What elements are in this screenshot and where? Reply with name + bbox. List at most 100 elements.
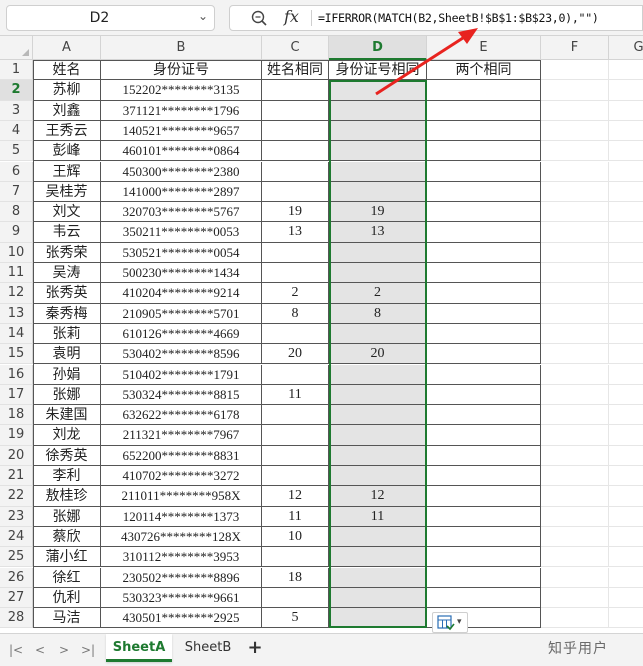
id-match-cell[interactable] — [329, 466, 427, 487]
grid-cell[interactable] — [541, 344, 609, 365]
name-match-cell[interactable] — [262, 547, 329, 568]
name-cell[interactable]: 吴涛 — [33, 263, 101, 284]
header-cell-id-match[interactable]: 身份证号相同 — [329, 60, 427, 81]
id-cell[interactable]: 410204********9214 — [101, 283, 262, 304]
grid-cell[interactable] — [541, 60, 609, 81]
name-match-cell[interactable] — [262, 242, 329, 263]
column-header-f[interactable]: F — [541, 36, 609, 60]
column-header-g[interactable]: G — [609, 36, 643, 60]
row-header-23[interactable]: 23 — [0, 506, 33, 527]
name-match-cell[interactable] — [262, 445, 329, 466]
name-cell[interactable]: 张秀荣 — [33, 242, 101, 263]
name-match-cell[interactable] — [262, 364, 329, 385]
name-cell[interactable]: 朱建国 — [33, 405, 101, 426]
name-cell[interactable]: 王辉 — [33, 161, 101, 182]
row-header-7[interactable]: 7 — [0, 181, 33, 203]
id-cell[interactable]: 430726********128X — [101, 526, 262, 548]
header-cell-name[interactable]: 姓名 — [33, 60, 101, 81]
id-cell[interactable]: 211321********7967 — [101, 425, 262, 446]
name-cell[interactable]: 马洁 — [33, 608, 101, 629]
tab-sheet-a[interactable]: SheetA — [106, 634, 172, 662]
grid-cell[interactable] — [541, 384, 609, 406]
both-match-cell[interactable] — [427, 587, 541, 609]
id-match-cell[interactable] — [329, 364, 427, 385]
name-cell[interactable]: 徐秀英 — [33, 445, 101, 466]
name-match-cell[interactable]: 8 — [262, 303, 329, 324]
grid-cell[interactable] — [609, 527, 643, 548]
grid-cell[interactable] — [609, 202, 643, 223]
name-cell[interactable]: 袁明 — [33, 344, 101, 365]
id-match-cell[interactable]: 12 — [329, 486, 427, 507]
grid-cell[interactable] — [541, 567, 609, 588]
id-match-cell[interactable] — [329, 323, 427, 345]
id-match-cell[interactable] — [329, 120, 427, 142]
id-cell[interactable]: 210905********5701 — [101, 303, 262, 324]
name-cell[interactable]: 蔡欣 — [33, 526, 101, 548]
grid-cell[interactable] — [609, 507, 643, 527]
header-cell-both-match[interactable]: 两个相同 — [427, 60, 541, 81]
name-cell[interactable]: 仇利 — [33, 587, 101, 609]
row-header-27[interactable]: 27 — [0, 587, 33, 609]
both-match-cell[interactable] — [427, 547, 541, 568]
name-match-cell[interactable] — [262, 141, 329, 162]
name-box-value[interactable]: D2 — [7, 6, 192, 30]
name-match-cell[interactable] — [262, 587, 329, 609]
name-match-cell[interactable]: 20 — [262, 344, 329, 365]
name-cell[interactable]: 刘龙 — [33, 425, 101, 446]
grid-cell[interactable] — [541, 425, 609, 446]
id-match-cell[interactable] — [329, 587, 427, 609]
row-header-2[interactable]: 2 — [0, 80, 33, 101]
id-cell[interactable]: 450300********2380 — [101, 161, 262, 182]
both-match-cell[interactable] — [427, 80, 541, 101]
id-match-cell[interactable] — [329, 242, 427, 263]
chevron-down-icon[interactable]: ▾ — [457, 617, 462, 627]
both-match-cell[interactable] — [427, 141, 541, 162]
header-cell-id[interactable]: 身份证号 — [101, 60, 262, 81]
row-header-4[interactable]: 4 — [0, 120, 33, 142]
row-header-28[interactable]: 28 — [0, 608, 33, 629]
id-match-cell[interactable]: 19 — [329, 202, 427, 223]
id-match-cell[interactable] — [329, 161, 427, 182]
id-match-cell[interactable] — [329, 547, 427, 568]
id-cell[interactable]: 632622********6178 — [101, 405, 262, 426]
grid-cell[interactable] — [609, 608, 643, 629]
grid-cell[interactable] — [541, 323, 609, 345]
both-match-cell[interactable] — [427, 202, 541, 223]
id-match-cell[interactable] — [329, 384, 427, 406]
grid-cell[interactable] — [609, 547, 643, 568]
grid-cell[interactable] — [541, 202, 609, 223]
grid-cell[interactable] — [609, 344, 643, 365]
grid-cell[interactable] — [609, 324, 643, 345]
row-header-26[interactable]: 26 — [0, 567, 33, 588]
id-cell[interactable]: 211011********958X — [101, 486, 262, 507]
spreadsheet-grid[interactable]: A B C D E F G 1 2 3 4 5 6 7 8 9 10 11 12 13 14 15 16 17 18 19 20 21… — [0, 36, 643, 633]
name-match-cell[interactable]: 12 — [262, 486, 329, 507]
id-cell[interactable]: 320703********5767 — [101, 202, 262, 223]
prev-sheet-icon[interactable]: < — [30, 640, 50, 660]
id-cell[interactable]: 510402********1791 — [101, 364, 262, 385]
id-cell[interactable]: 120114********1373 — [101, 506, 262, 527]
name-match-cell[interactable]: 2 — [262, 283, 329, 304]
both-match-cell[interactable] — [427, 222, 541, 243]
id-cell[interactable]: 430501********2925 — [101, 608, 262, 629]
name-match-cell[interactable]: 10 — [262, 526, 329, 548]
name-cell[interactable]: 苏柳 — [33, 80, 101, 101]
name-cell[interactable]: 王秀云 — [33, 120, 101, 142]
grid-cell[interactable] — [609, 446, 643, 466]
id-match-cell[interactable] — [329, 445, 427, 466]
name-match-cell[interactable]: 11 — [262, 384, 329, 406]
grid-cell[interactable] — [609, 141, 643, 162]
grid-cell[interactable] — [541, 445, 609, 466]
row-header-12[interactable]: 12 — [0, 283, 33, 304]
row-header-10[interactable]: 10 — [0, 242, 33, 263]
grid-cell[interactable] — [609, 466, 643, 487]
name-match-cell[interactable] — [262, 120, 329, 142]
grid-cell[interactable] — [541, 486, 609, 507]
formula-input-area[interactable]: fx =IFERROR(MATCH(B2,SheetB!$B$1:$B$23,0… — [229, 5, 643, 31]
both-match-cell[interactable] — [427, 181, 541, 203]
both-match-cell[interactable] — [427, 425, 541, 446]
header-cell-name-match[interactable]: 姓名相同 — [262, 60, 329, 81]
grid-cell[interactable] — [609, 568, 643, 588]
name-cell[interactable]: 孙娟 — [33, 364, 101, 385]
id-cell[interactable]: 460101********0864 — [101, 141, 262, 162]
